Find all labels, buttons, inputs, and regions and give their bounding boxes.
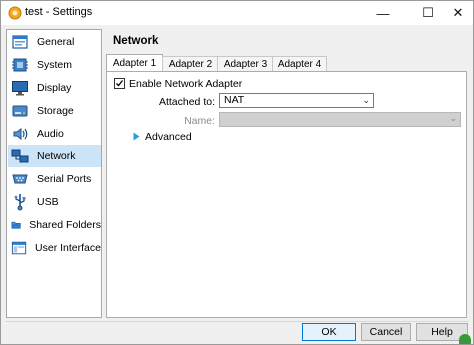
sidebar-item-label: USB xyxy=(37,196,59,208)
shared-folders-icon xyxy=(11,221,21,229)
sidebar-item-label: Storage xyxy=(37,105,74,117)
name-label: Name: xyxy=(184,115,215,127)
settings-window: test - Settings — ☐ ✕ General System Dis… xyxy=(0,0,474,345)
maximize-button[interactable]: ☐ xyxy=(413,1,443,25)
sidebar-item-label: Shared Folders xyxy=(29,219,101,231)
sidebar-item-display[interactable]: Display xyxy=(8,77,101,99)
tab-adapter-2[interactable]: Adapter 2 xyxy=(162,56,219,71)
expand-arrow-icon[interactable] xyxy=(133,132,140,141)
general-icon xyxy=(12,35,28,49)
page-title: Network xyxy=(113,35,159,47)
sidebar-item-shared-folders[interactable]: Shared Folders xyxy=(8,214,101,236)
storage-icon xyxy=(12,105,28,117)
sidebar-item-system[interactable]: System xyxy=(8,54,101,76)
sidebar-item-general[interactable]: General xyxy=(8,31,101,53)
sidebar-item-label: System xyxy=(37,59,73,71)
sidebar-item-label: Display xyxy=(37,82,72,94)
sidebar-item-label: Serial Ports xyxy=(37,173,92,185)
serial-ports-icon xyxy=(12,174,28,184)
chevron-down-icon: ⌄ xyxy=(449,113,457,123)
sidebar-item-label: Network xyxy=(37,150,76,162)
sidebar-item-storage[interactable]: Storage xyxy=(8,100,101,122)
sidebar-item-network[interactable]: Network xyxy=(8,145,101,167)
sidebar-item-label: Audio xyxy=(37,128,64,140)
attached-to-label: Attached to: xyxy=(158,96,215,108)
adapter-tab-panel xyxy=(106,71,467,318)
sidebar-item-usb[interactable]: USB xyxy=(8,191,101,213)
settings-sidebar: General System Display Storage Audio Net… xyxy=(6,29,102,318)
cancel-button[interactable]: Cancel xyxy=(361,323,411,341)
name-select[interactable]: ⌄ xyxy=(219,112,461,127)
chevron-down-icon: ⌄ xyxy=(362,95,370,105)
usb-icon xyxy=(14,194,26,211)
display-icon xyxy=(12,81,28,96)
tab-adapter-1[interactable]: Adapter 1 xyxy=(106,54,163,71)
resize-grip-icon[interactable] xyxy=(459,334,471,344)
tab-adapter-3[interactable]: Adapter 3 xyxy=(217,56,274,71)
title-bar[interactable]: test - Settings — ☐ ✕ xyxy=(1,1,473,25)
sidebar-item-user-interface[interactable]: User Interface xyxy=(8,237,101,259)
user-interface-icon xyxy=(11,241,27,255)
window-title: test - Settings xyxy=(25,6,93,18)
attached-to-select[interactable]: NAT ⌄ xyxy=(219,93,374,108)
enable-adapter-label[interactable]: Enable Network Adapter xyxy=(129,78,242,90)
sidebar-item-serial-ports[interactable]: Serial Ports xyxy=(8,168,101,190)
network-icon xyxy=(11,149,29,163)
footer-divider xyxy=(5,321,469,322)
close-button[interactable]: ✕ xyxy=(443,1,473,25)
enable-adapter-checkbox[interactable] xyxy=(114,78,125,89)
virtualbox-app-icon xyxy=(8,6,22,20)
minimize-button[interactable]: — xyxy=(368,1,398,25)
ok-button[interactable]: OK xyxy=(302,323,356,341)
attached-to-value: NAT xyxy=(224,94,245,106)
audio-icon xyxy=(13,128,28,140)
checkmark-icon xyxy=(116,80,124,87)
advanced-toggle[interactable]: Advanced xyxy=(145,131,192,143)
sidebar-item-audio[interactable]: Audio xyxy=(8,123,101,145)
sidebar-item-label: General xyxy=(37,36,75,48)
system-icon xyxy=(12,58,28,72)
sidebar-item-label: User Interface xyxy=(35,242,101,254)
tab-adapter-4[interactable]: Adapter 4 xyxy=(272,56,327,71)
